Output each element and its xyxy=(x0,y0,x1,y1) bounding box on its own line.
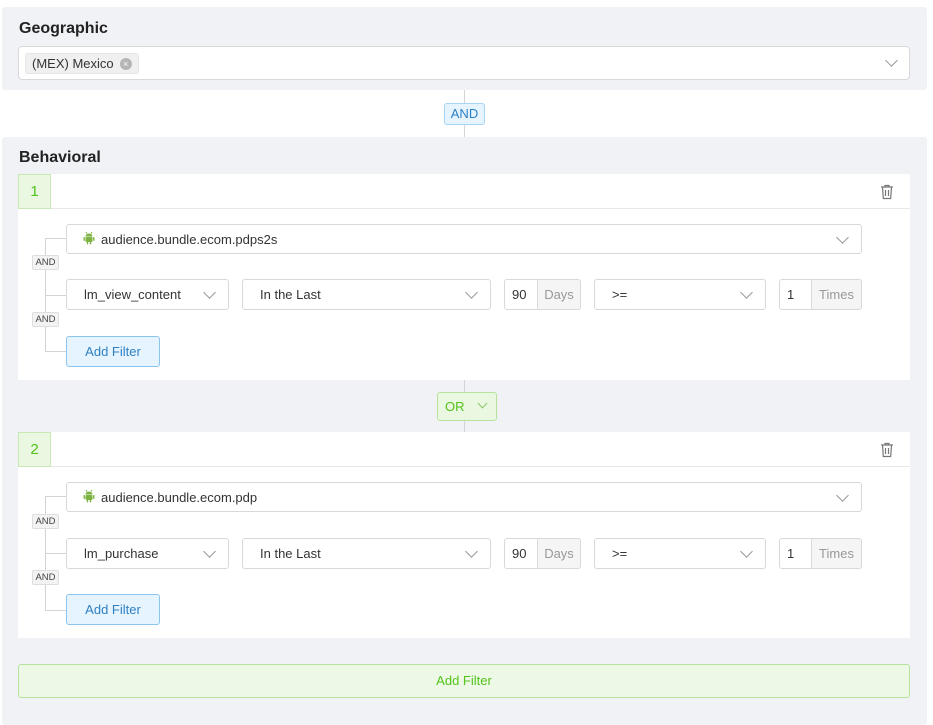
tree-line xyxy=(45,295,66,296)
add-filter-group-button[interactable]: Add Filter xyxy=(18,664,910,698)
group-number: 1 xyxy=(18,174,51,209)
app-bundle-value: audience.bundle.ecom.pdps2s xyxy=(101,232,278,247)
group-header: 2 xyxy=(18,432,910,467)
group-number: 2 xyxy=(18,432,51,467)
days-value: 90 xyxy=(512,287,527,302)
chevron-down-icon xyxy=(465,545,478,558)
trash-icon[interactable] xyxy=(880,442,894,458)
or-connector-select[interactable]: OR xyxy=(437,392,497,421)
times-addon: Times xyxy=(812,538,862,569)
time-condition-value: In the Last xyxy=(260,546,321,561)
operator-value: >= xyxy=(612,546,628,561)
tree-line xyxy=(45,553,66,554)
days-addon: Days xyxy=(538,279,581,310)
android-icon xyxy=(83,231,95,245)
event-value: lm_view_content xyxy=(84,287,181,302)
and-label: AND xyxy=(32,255,59,270)
app-bundle-select[interactable]: audience.bundle.ecom.pdp xyxy=(66,482,862,512)
and-label: AND xyxy=(32,312,59,327)
event-select[interactable]: lm_view_content xyxy=(66,279,229,310)
group-header: 1 xyxy=(18,174,910,209)
chevron-down-icon[interactable] xyxy=(885,54,898,67)
behavior-group-1: 1 AND AND audience.bundle.ecom.pdps2s lm… xyxy=(18,174,910,380)
times-value: 1 xyxy=(787,546,795,561)
geographic-select[interactable]: (MEX) Mexico × xyxy=(18,46,910,80)
days-value: 90 xyxy=(512,546,527,561)
chevron-down-icon xyxy=(740,286,753,299)
and-label: AND xyxy=(32,514,59,529)
behavior-group-2: 2 AND AND audience.bundle.ecom.pdp lm_pu… xyxy=(18,432,910,638)
times-addon: Times xyxy=(812,279,862,310)
operator-value: >= xyxy=(612,287,628,302)
chevron-down-icon xyxy=(836,489,849,502)
geographic-title: Geographic xyxy=(19,20,108,37)
chevron-down-icon xyxy=(740,545,753,558)
operator-select[interactable]: >= xyxy=(594,279,766,310)
times-value: 1 xyxy=(787,287,795,302)
country-tag-label: (MEX) Mexico xyxy=(32,56,114,71)
country-tag: (MEX) Mexico × xyxy=(25,53,139,74)
tree-line xyxy=(45,610,66,611)
chevron-down-icon xyxy=(465,286,478,299)
event-value: lm_purchase xyxy=(84,546,159,561)
tree-line xyxy=(45,496,66,497)
time-condition-select[interactable]: In the Last xyxy=(242,279,491,310)
close-circle-icon[interactable]: × xyxy=(119,57,132,70)
time-condition-value: In the Last xyxy=(260,287,321,302)
trash-icon[interactable] xyxy=(880,184,894,200)
tree-line xyxy=(45,238,66,239)
chevron-down-icon xyxy=(203,286,216,299)
or-value: OR xyxy=(445,399,465,414)
times-input[interactable]: 1 xyxy=(779,279,812,310)
chevron-down-icon xyxy=(477,398,488,409)
android-icon xyxy=(83,489,95,503)
chevron-down-icon xyxy=(203,545,216,558)
time-condition-select[interactable]: In the Last xyxy=(242,538,491,569)
app-bundle-value: audience.bundle.ecom.pdp xyxy=(101,490,258,505)
times-input[interactable]: 1 xyxy=(779,538,812,569)
chevron-down-icon xyxy=(836,231,849,244)
days-addon: Days xyxy=(538,538,581,569)
add-filter-button[interactable]: Add Filter xyxy=(66,594,160,625)
and-label: AND xyxy=(32,570,59,585)
operator-select[interactable]: >= xyxy=(594,538,766,569)
app-bundle-select[interactable]: audience.bundle.ecom.pdps2s xyxy=(66,224,862,254)
days-input[interactable]: 90 xyxy=(504,538,538,569)
and-connector: AND xyxy=(444,103,485,125)
days-input[interactable]: 90 xyxy=(504,279,538,310)
add-filter-button[interactable]: Add Filter xyxy=(66,336,160,367)
tree-line xyxy=(45,351,66,352)
behavioral-title: Behavioral xyxy=(19,149,101,166)
event-select[interactable]: lm_purchase xyxy=(66,538,229,569)
